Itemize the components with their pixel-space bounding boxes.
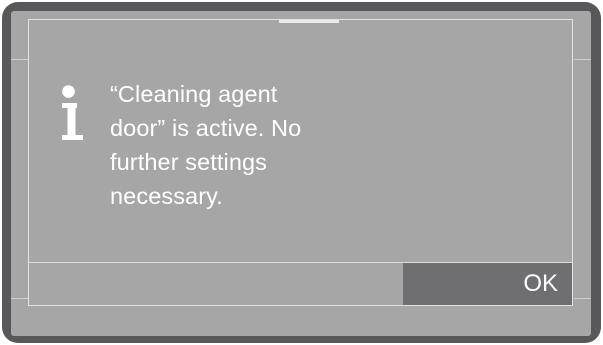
right-bottom-tick <box>574 298 591 299</box>
right-top-tick <box>574 59 591 60</box>
ok-button[interactable]: OK <box>403 263 572 305</box>
message-line: “Cleaning agent <box>110 81 278 107</box>
message-line: necessary. <box>110 183 223 209</box>
message-line: door” is active. No <box>110 115 302 141</box>
message-line: further settings <box>110 149 268 175</box>
left-bottom-tick <box>11 298 28 299</box>
display-screen: “Cleaning agent door” is active. No furt… <box>11 11 591 336</box>
device-display-frame: “Cleaning agent door” is active. No furt… <box>2 2 601 343</box>
dialog-message: “Cleaning agent door” is active. No furt… <box>110 77 410 213</box>
left-top-tick <box>11 59 28 60</box>
info-icon <box>62 85 83 140</box>
